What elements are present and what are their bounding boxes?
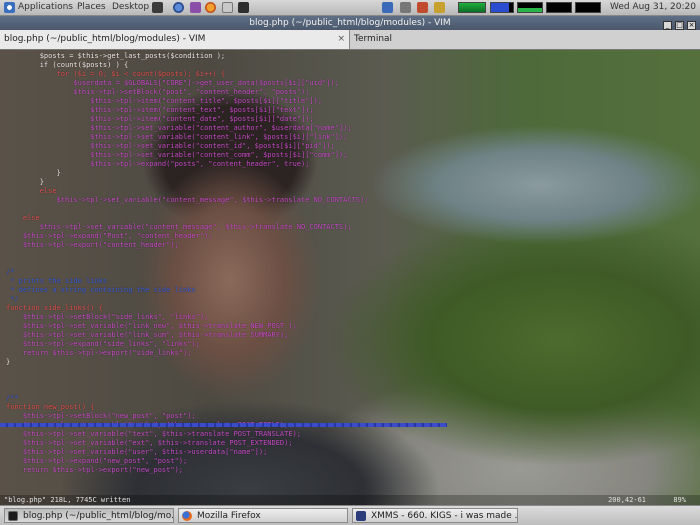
code-line[interactable]: $this->tpl->setBlock("new_post", "post")… xyxy=(6,412,696,421)
code-line[interactable]: function side_links() { xyxy=(6,304,696,313)
vim-editor[interactable]: $posts = $this->get_last_posts($conditio… xyxy=(0,50,700,505)
code-line[interactable]: function new_post() { xyxy=(6,403,696,412)
code-line[interactable] xyxy=(6,250,696,259)
code-line[interactable]: $this->tpl->expand("side_links", "links"… xyxy=(6,340,696,349)
memory-monitor xyxy=(490,2,514,13)
code-line[interactable]: /* xyxy=(6,268,696,277)
code-line[interactable]: } xyxy=(6,169,696,178)
menu-applications[interactable]: Applications xyxy=(18,2,73,12)
code-line[interactable]: $this->tpl->item("content_date", $posts[… xyxy=(6,115,696,124)
update-notifier-icon[interactable] xyxy=(417,2,428,13)
code-line[interactable]: $this->tpl->set_variable("content_comm",… xyxy=(6,151,696,160)
menu-desktop[interactable]: Desktop xyxy=(112,2,149,12)
disk-monitor xyxy=(575,2,601,13)
vim-split-statusline xyxy=(0,423,447,427)
code-line[interactable]: $this->tpl->expand("posts", "content_hea… xyxy=(6,160,696,169)
code-line[interactable]: $this->tpl->item("content_title", $posts… xyxy=(6,97,696,106)
code-line[interactable]: $this->tpl->set_variable("link_new", $th… xyxy=(6,322,696,331)
code-line[interactable]: $this->tpl->set_variable("content_messag… xyxy=(6,196,696,205)
task-xmms[interactable]: XMMS - 660. KIGS - i was made ... xyxy=(352,508,518,523)
top-panel: Applications Places Desktop Wed Aug 31, … xyxy=(0,0,700,16)
mail-launcher-icon[interactable] xyxy=(222,2,233,13)
panel-clock[interactable]: Wed Aug 31, 20:20 xyxy=(610,2,696,12)
code-line[interactable]: */ xyxy=(6,295,696,304)
code-line[interactable]: $this->tpl->expand("Post", "content_head… xyxy=(6,232,696,241)
tab-vim-label: blog.php (~/public_html/blog/modules) - … xyxy=(4,34,206,44)
code-line[interactable]: } xyxy=(6,358,696,367)
code-buffer[interactable]: $posts = $this->get_last_posts($conditio… xyxy=(6,52,696,484)
code-line[interactable]: $this->tpl->set_variable("user", $this->… xyxy=(6,448,696,457)
tab-terminal-label: Terminal xyxy=(354,34,393,44)
code-line[interactable]: $this->tpl->expand("new_post", "post"); xyxy=(6,457,696,466)
code-line[interactable]: $userdata = $GLOBALS["CORE"]->get_user_d… xyxy=(6,79,696,88)
terminal-launcher-icon[interactable] xyxy=(152,2,163,13)
menu-places[interactable]: Places xyxy=(77,2,106,12)
close-tab-icon[interactable]: × xyxy=(337,30,345,49)
code-line[interactable]: $this->tpl->set_variable("link_sum", $th… xyxy=(6,331,696,340)
bottom-taskbar: blog.php (~/public_html/blog/mo... Mozil… xyxy=(0,505,700,525)
code-line[interactable] xyxy=(6,367,696,376)
firefox-icon xyxy=(182,511,192,521)
gnome-foot-icon[interactable] xyxy=(4,2,15,13)
code-line[interactable]: $this->tpl->setBlock("side_links", "link… xyxy=(6,313,696,322)
volume-icon[interactable] xyxy=(400,2,411,13)
network-icon[interactable] xyxy=(382,2,393,13)
maximize-button[interactable]: □ xyxy=(675,21,684,30)
code-line[interactable]: $posts = $this->get_last_posts($conditio… xyxy=(6,52,696,61)
terminal-tabs: blog.php (~/public_html/blog/modules) - … xyxy=(0,30,700,50)
code-line[interactable]: else xyxy=(6,214,696,223)
code-line[interactable]: * prints the side links xyxy=(6,277,696,286)
tab-terminal[interactable]: Terminal xyxy=(350,30,700,49)
code-line[interactable]: $this->tpl->set_variable("content_link",… xyxy=(6,133,696,142)
code-line[interactable]: else xyxy=(6,187,696,196)
minimize-button[interactable]: _ xyxy=(663,21,672,30)
task-xmms-label: XMMS - 660. KIGS - i was made ... xyxy=(371,511,518,521)
code-line[interactable]: $this->tpl->set_variable("content_messag… xyxy=(6,223,696,232)
task-firefox[interactable]: Mozilla Firefox xyxy=(178,508,348,523)
code-line[interactable]: $this->tpl->set_variable("content_author… xyxy=(6,124,696,133)
code-line[interactable] xyxy=(6,259,696,268)
vim-cursor-position: 200,42-61 xyxy=(608,496,646,504)
weather-icon[interactable] xyxy=(434,2,445,13)
task-vim[interactable]: blog.php (~/public_html/blog/mo... xyxy=(4,508,174,523)
code-line[interactable]: $this->tpl->setBlock("post", "content_he… xyxy=(6,88,696,97)
code-line[interactable] xyxy=(6,475,696,484)
close-button[interactable]: × xyxy=(687,21,696,30)
code-line[interactable] xyxy=(6,376,696,385)
vim-message-line: "blog.php" 218L, 7745C written 200,42-61… xyxy=(0,495,700,505)
xmms-icon xyxy=(356,511,366,521)
code-line[interactable] xyxy=(6,385,696,394)
code-line[interactable]: for ($i = 0; $i < count($posts); $i++) { xyxy=(6,70,696,79)
load-monitor xyxy=(546,2,572,13)
code-line[interactable]: if (count($posts) ) { xyxy=(6,61,696,70)
network-monitor xyxy=(517,2,543,13)
tab-vim[interactable]: blog.php (~/public_html/blog/modules) - … xyxy=(0,30,350,49)
code-line[interactable]: * defines a string containing the side l… xyxy=(6,286,696,295)
code-line[interactable]: return $this->tpl->export("new_post"); xyxy=(6,466,696,475)
code-line[interactable]: $this->tpl->set_variable("text", $this->… xyxy=(6,430,696,439)
code-line[interactable]: $this->tpl->set_variable("content_id", $… xyxy=(6,142,696,151)
vim-file-info: "blog.php" 218L, 7745C written xyxy=(4,496,131,504)
task-firefox-label: Mozilla Firefox xyxy=(197,511,261,521)
window-title: blog.php (~/public_html/blog/modules) - … xyxy=(249,18,451,28)
code-line[interactable]: $this->tpl->item("content_text", $posts[… xyxy=(6,106,696,115)
firefox-launcher-icon[interactable] xyxy=(205,2,216,13)
code-line[interactable]: return $this->tpl->export("side_links"); xyxy=(6,349,696,358)
browser-launcher-icon[interactable] xyxy=(173,2,184,13)
task-vim-label: blog.php (~/public_html/blog/mo... xyxy=(23,511,174,521)
cpu-monitor xyxy=(458,2,486,13)
media-launcher-icon[interactable] xyxy=(238,2,249,13)
app-launcher-icon[interactable] xyxy=(190,2,201,13)
code-line[interactable]: /** xyxy=(6,394,696,403)
code-line[interactable]: } xyxy=(6,178,696,187)
code-line[interactable]: $this->tpl->export("content_header"); xyxy=(6,241,696,250)
terminal-icon xyxy=(8,511,18,521)
code-line[interactable]: $this->tpl->set_variable("ext", $this->t… xyxy=(6,439,696,448)
code-line[interactable] xyxy=(6,205,696,214)
vim-scroll-percent: 89% xyxy=(673,496,686,504)
window-titlebar[interactable]: blog.php (~/public_html/blog/modules) - … xyxy=(0,16,700,30)
